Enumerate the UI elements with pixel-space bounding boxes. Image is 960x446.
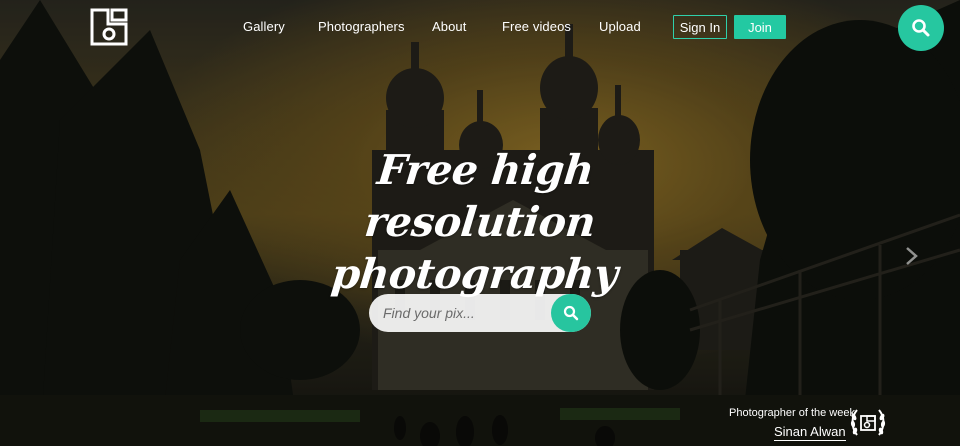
headline-line-1: Free high resolution [362, 146, 598, 246]
search-bar [369, 294, 591, 332]
photographer-of-week-name-link[interactable]: Sinan Alwan [774, 424, 846, 441]
chevron-right-icon[interactable] [903, 245, 921, 267]
search-toggle-button[interactable] [898, 5, 944, 51]
top-navigation: Gallery Photographers About Free videos … [0, 0, 960, 56]
search-icon [912, 19, 930, 37]
search-icon [563, 305, 579, 321]
search-input[interactable] [383, 294, 543, 332]
laurel-badge-icon [850, 409, 886, 436]
hero-headline: Free high resolution photography [262, 144, 698, 300]
photographer-of-week-label: Photographer of the week [729, 407, 855, 419]
sign-in-button[interactable]: Sign In [673, 15, 727, 39]
nav-gallery-link[interactable]: Gallery [243, 19, 285, 34]
nav-upload-link[interactable]: Upload [599, 19, 641, 34]
nav-free-videos-link[interactable]: Free videos [502, 19, 571, 34]
nav-photographers-link[interactable]: Photographers [318, 19, 405, 34]
search-submit-button[interactable] [551, 294, 591, 332]
join-button[interactable]: Join [734, 15, 786, 39]
nav-about-link[interactable]: About [432, 19, 466, 34]
headline-line-2: photography [329, 250, 620, 298]
